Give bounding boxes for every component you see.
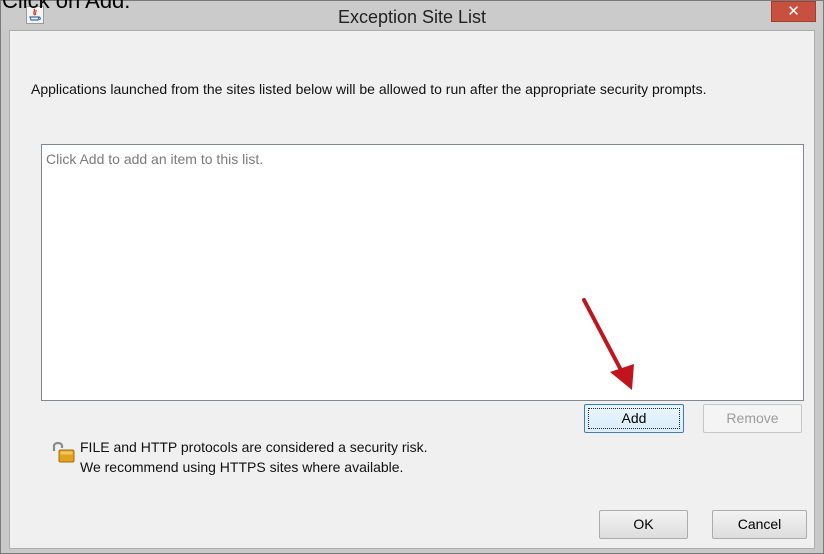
close-icon: ✕	[787, 3, 800, 20]
cancel-button[interactable]: Cancel	[712, 510, 807, 539]
ok-button-label: OK	[633, 516, 654, 532]
ok-button[interactable]: OK	[599, 510, 688, 539]
unlocked-padlock-icon	[51, 440, 77, 464]
security-risk-note: FILE and HTTP protocols are considered a…	[80, 437, 428, 477]
add-button-label: Add	[621, 410, 647, 426]
site-list[interactable]: Click Add to add an item to this list.	[41, 144, 804, 401]
security-risk-line-1: FILE and HTTP protocols are considered a…	[80, 439, 428, 455]
site-list-placeholder: Click Add to add an item to this list.	[46, 151, 264, 167]
tutorial-caption: Click on Add.	[2, 0, 131, 13]
close-button[interactable]: ✕	[771, 1, 816, 22]
cancel-button-label: Cancel	[737, 516, 782, 532]
security-risk-line-2: We recommend using HTTPS sites where ava…	[80, 459, 404, 475]
add-button[interactable]: Add	[584, 404, 684, 433]
remove-button[interactable]: Remove	[703, 404, 802, 433]
dialog-description: Applications launched from the sites lis…	[31, 81, 707, 97]
remove-button-label: Remove	[726, 410, 779, 426]
